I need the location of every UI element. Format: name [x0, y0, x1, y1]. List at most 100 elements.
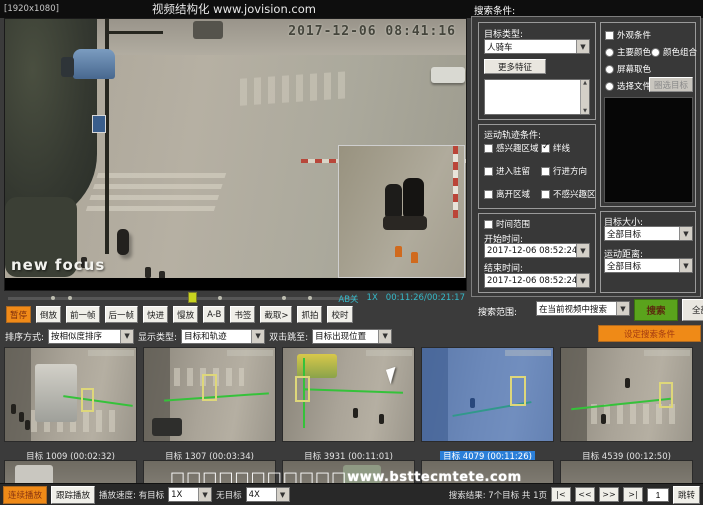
main-color-radio[interactable] — [605, 48, 614, 57]
prev-frame-button[interactable]: 前一帧 — [66, 306, 100, 323]
result-thumb-1[interactable] — [4, 347, 137, 442]
thumb-scene — [561, 348, 587, 441]
thumb-car — [152, 418, 182, 436]
listbox-scrollbar[interactable]: ▲ ▼ — [580, 80, 589, 114]
reverse-button[interactable]: 倒放 — [36, 306, 61, 323]
non-roi-checkbox-row: 不感兴趣区 — [541, 188, 596, 200]
scene-tricycle-cab — [61, 57, 74, 77]
screen-pick-radio[interactable] — [605, 65, 614, 74]
chevron-down-icon[interactable]: ▼ — [276, 488, 289, 501]
continuous-play-button[interactable]: 连续播放 — [3, 486, 47, 504]
target-bbox — [202, 374, 217, 401]
target-type-dropdown[interactable]: 人骑车 ▼ — [484, 39, 590, 54]
chevron-down-icon[interactable]: ▼ — [576, 40, 589, 53]
scene-cyclist — [117, 229, 129, 255]
seek-handle[interactable] — [188, 292, 197, 303]
pause-button[interactable]: 暂停 — [6, 306, 31, 323]
track-play-button[interactable]: 跟踪播放 — [51, 486, 95, 504]
features-listbox[interactable]: ▲ ▼ — [484, 79, 590, 115]
jump-to-dropdown[interactable]: 目标出现位置 ▼ — [312, 329, 392, 344]
result-thumb-5[interactable] — [560, 347, 693, 442]
target-bbox — [659, 382, 673, 408]
chevron-down-icon[interactable]: ▼ — [576, 244, 589, 257]
appearance-label: 外观条件 — [617, 29, 651, 41]
thumb-pedestrian — [11, 404, 16, 414]
pip-inset-window — [338, 145, 465, 278]
snapshot-button[interactable]: 抓拍 — [297, 306, 322, 323]
chevron-down-icon[interactable]: ▼ — [679, 227, 692, 240]
time-sync-button[interactable]: 校时 — [327, 306, 352, 323]
non-roi-checkbox[interactable] — [541, 190, 550, 199]
thumb-pedestrian — [25, 420, 30, 430]
result-thumb-3[interactable] — [282, 347, 415, 442]
roi-checkbox[interactable] — [484, 144, 493, 153]
chevron-down-icon[interactable]: ▼ — [120, 330, 133, 343]
display-type-label: 显示类型: — [138, 330, 177, 343]
prev-page-button[interactable]: << — [575, 487, 595, 502]
search-button[interactable]: 搜索 — [634, 299, 678, 321]
target-type-group: 目标类型: 人骑车 ▼ 更多特征 ▲ ▼ — [478, 22, 596, 120]
time-range-checkbox[interactable] — [484, 220, 493, 229]
seek-marker — [51, 296, 55, 300]
no-target-speed-dropdown[interactable]: 4X ▼ — [246, 487, 290, 502]
start-time-dropdown[interactable]: 2017-12-06 08:52:24 ▼ — [484, 243, 590, 258]
direction-checkbox[interactable] — [541, 167, 550, 176]
clip-button[interactable]: 截取> — [260, 306, 292, 323]
leave-area-checkbox[interactable] — [484, 190, 493, 199]
enter-stay-label: 进入驻留 — [496, 165, 530, 177]
leave-area-label: 离开区域 — [496, 188, 530, 200]
chevron-down-icon[interactable]: ▼ — [251, 330, 264, 343]
thumb-pedestrian — [353, 408, 358, 418]
target-bbox — [510, 376, 526, 406]
tripwire-checkbox[interactable]: ✓ — [541, 144, 550, 153]
scroll-up-icon[interactable]: ▲ — [583, 80, 587, 86]
sort-dropdown[interactable]: 按相似度排序 ▼ — [48, 329, 134, 344]
enter-stay-checkbox-row: 进入驻留 — [484, 165, 530, 177]
color-combo-radio-row: 颜色组合 — [651, 46, 697, 58]
color-combo-radio[interactable] — [651, 48, 660, 57]
set-search-conditions-button[interactable]: 设定搜索条件 — [598, 325, 701, 342]
cancel-all-button[interactable]: 全部取消 — [682, 299, 703, 321]
result-thumb-4-selected[interactable] — [421, 347, 554, 442]
select-file-radio-row: 选择文件 — [605, 80, 651, 92]
seek-track[interactable] — [8, 297, 356, 300]
pip-cone — [395, 246, 402, 257]
slow-play-button[interactable]: 慢放 — [173, 306, 198, 323]
chevron-down-icon[interactable]: ▼ — [616, 302, 629, 315]
display-type-dropdown[interactable]: 目标和轨迹 ▼ — [181, 329, 265, 344]
appearance-checkbox[interactable] — [605, 31, 614, 40]
time-range-group: 时间范围 开始时间: 2017-12-06 08:52:24 ▼ 结束时间: 2… — [478, 213, 596, 293]
bottom-bar: 连续播放 跟踪播放 播放速度: 有目标 1X ▼ 无目标 4X ▼ 搜索结果: … — [0, 483, 703, 505]
scroll-down-icon[interactable]: ▼ — [583, 108, 587, 114]
last-page-button[interactable]: >| — [623, 487, 643, 502]
result-thumb-2[interactable] — [143, 347, 276, 442]
page-number-input[interactable] — [647, 488, 669, 502]
select-file-radio[interactable] — [605, 82, 614, 91]
target-speed-dropdown[interactable]: 1X ▼ — [168, 487, 212, 502]
results-thumbnails — [4, 347, 693, 442]
ab-loop-button[interactable]: A-B — [203, 306, 225, 323]
enter-stay-checkbox[interactable] — [484, 167, 493, 176]
target-size-dropdown[interactable]: 全部目标 ▼ — [604, 226, 693, 241]
chevron-down-icon[interactable]: ▼ — [576, 274, 589, 287]
seek-marker — [282, 296, 286, 300]
end-time-dropdown[interactable]: 2017-12-06 08:52:24 ▼ — [484, 273, 590, 288]
more-features-button[interactable]: 更多特征 — [484, 59, 546, 74]
search-scope-dropdown[interactable]: 在当前视频中搜索 ▼ — [536, 301, 630, 316]
next-page-button[interactable]: >> — [599, 487, 619, 502]
chevron-down-icon[interactable]: ▼ — [378, 330, 391, 343]
bookmark-button[interactable]: 书签 — [230, 306, 255, 323]
select-target-button[interactable]: 圈选目标 — [649, 77, 693, 92]
chevron-down-icon[interactable]: ▼ — [679, 259, 692, 272]
chevron-down-icon[interactable]: ▼ — [198, 488, 211, 501]
appearance-checkbox-row: 外观条件 — [605, 29, 651, 41]
jump-page-button[interactable]: 跳转 — [673, 486, 700, 504]
video-player[interactable]: 2017-12-06 08:41:16 new focus — [4, 18, 467, 291]
scene-white-car — [431, 67, 465, 83]
check-icon: ✓ — [542, 142, 550, 152]
main-color-label: 主要颜色 — [617, 46, 651, 58]
distance-dropdown[interactable]: 全部目标 ▼ — [604, 258, 693, 273]
first-page-button[interactable]: |< — [551, 487, 571, 502]
fast-forward-button[interactable]: 快进 — [143, 306, 168, 323]
next-frame-button[interactable]: 后一帧 — [105, 306, 139, 323]
